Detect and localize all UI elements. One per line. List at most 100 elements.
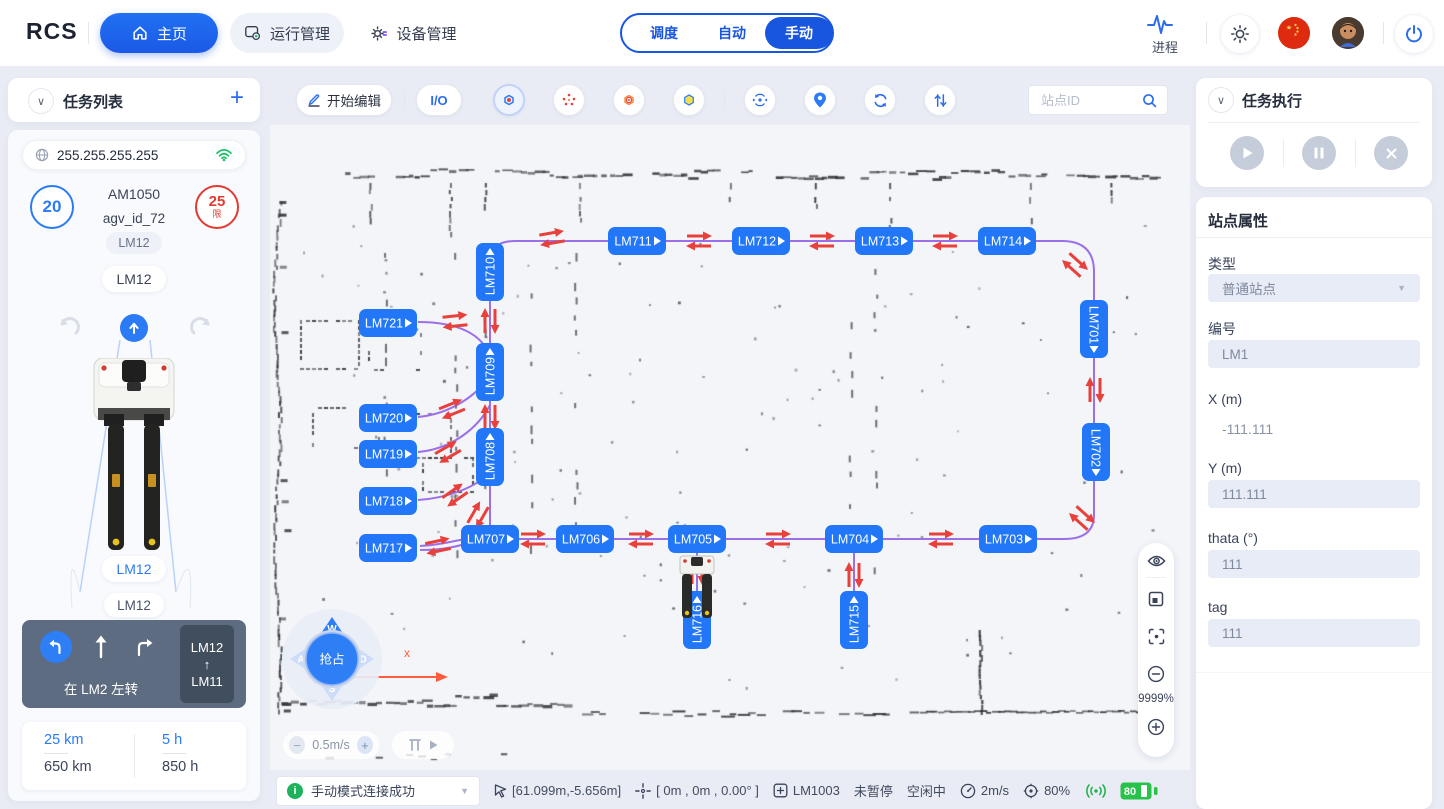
refresh-button[interactable] <box>864 84 896 116</box>
speed-decrease-button[interactable]: − <box>289 736 305 754</box>
avatar-face-icon <box>1332 17 1364 49</box>
globe-icon <box>35 148 49 162</box>
joystick-center-label[interactable]: 抢占 <box>319 652 344 667</box>
collapse-task-exec-button[interactable]: ∨ <box>1208 87 1234 113</box>
total-hours: 850 h <box>162 759 238 775</box>
route-from: LM12 <box>191 640 224 655</box>
fork-control-button[interactable] <box>392 731 454 759</box>
agv-panel: 255.255.255.255 20 25 限 AM1050 agv_id_72… <box>8 130 260 801</box>
speed-increase-button[interactable]: + <box>357 736 373 754</box>
top-navbar: RCS 主页 运行管理 设备管理 调度 自动 手动 进程 <box>0 0 1444 67</box>
station-LM702[interactable]: LM702 <box>1082 423 1110 481</box>
pose-value: [ 0m , 0m , 0.00° ] <box>656 783 759 798</box>
station-LM712[interactable]: LM712 <box>732 227 790 255</box>
minimap-button[interactable] <box>1138 591 1174 607</box>
battery-icon: 80 <box>1120 782 1158 800</box>
station-LM713[interactable]: LM713 <box>855 227 913 255</box>
divider <box>1208 122 1420 123</box>
tag-label: tag <box>1208 599 1227 615</box>
layer-marker-button[interactable] <box>613 84 645 116</box>
mode-tab-manual[interactable]: 手动 <box>765 17 833 49</box>
start-edit-label: 开始编辑 <box>327 90 381 110</box>
station-LM714[interactable]: LM714 <box>978 227 1036 255</box>
add-task-button[interactable]: + <box>230 84 244 112</box>
status-message-dropdown[interactable]: i 手动模式连接成功 ▼ <box>276 776 480 806</box>
signal-indicator <box>1084 783 1108 799</box>
divider <box>1146 577 1166 578</box>
start-edit-button[interactable]: 开始编辑 <box>296 84 392 116</box>
nav-item-home[interactable]: 主页 <box>100 13 218 53</box>
center-focus-button[interactable] <box>1138 628 1174 645</box>
filter-settings-button[interactable] <box>924 84 956 116</box>
agv-id: agv_id_72 <box>8 211 260 226</box>
layer-pointcloud-button[interactable] <box>553 84 585 116</box>
nav-item-devices[interactable]: 设备管理 <box>358 13 468 53</box>
task-cancel-button[interactable] <box>1374 136 1408 170</box>
station-LM705[interactable]: LM705 <box>668 525 726 553</box>
zoom-out-button[interactable] <box>1138 665 1174 683</box>
station-LM708[interactable]: LM708 <box>476 428 504 486</box>
locate-button[interactable] <box>804 84 836 116</box>
type-select[interactable]: 普通站点 ▼ <box>1208 274 1420 302</box>
station-LM710[interactable]: LM710 <box>476 243 504 301</box>
power-button[interactable] <box>1394 14 1434 54</box>
language-flag-button[interactable] <box>1278 17 1310 49</box>
mode-tab-auto[interactable]: 自动 <box>704 15 760 51</box>
virtual-joystick[interactable]: W A D S 抢占 <box>281 608 383 710</box>
process-button[interactable]: 进程 <box>1146 12 1184 56</box>
run-state: 空闲中 <box>907 781 946 800</box>
station-LM707[interactable]: LM707 <box>461 525 519 553</box>
station-LM711[interactable]: LM711 <box>608 227 666 255</box>
station-LM701[interactable]: LM701 <box>1080 300 1108 358</box>
station-LM704[interactable]: LM704 <box>825 525 883 553</box>
turn-back-icon[interactable] <box>56 316 80 340</box>
tag-input[interactable]: 111 <box>1208 619 1420 647</box>
station-LM709[interactable]: LM709 <box>476 343 504 401</box>
radar-icon <box>751 91 769 109</box>
task-execution-card: ∨ 任务执行 <box>1196 78 1432 187</box>
station-LM719[interactable]: LM719 <box>359 440 417 468</box>
layer-area-button[interactable] <box>673 84 705 116</box>
collapse-task-list-button[interactable]: ∨ <box>28 88 54 114</box>
code-input[interactable]: LM1 <box>1208 340 1420 368</box>
route-to: LM11 <box>191 674 223 689</box>
power-icon <box>1404 24 1424 44</box>
y-input[interactable]: 111.111 <box>1208 480 1420 508</box>
route-path <box>463 241 1094 539</box>
navigation-hint-card: LM12 ↑ LM11 在 LM2 左转 <box>22 620 246 708</box>
task-pause-button[interactable] <box>1302 136 1336 170</box>
visibility-button[interactable] <box>1138 553 1174 569</box>
search-icon[interactable] <box>1142 93 1157 108</box>
task-play-button[interactable] <box>1230 136 1264 170</box>
code-label: 编号 <box>1208 319 1236 339</box>
station-LM706[interactable]: LM706 <box>556 525 614 553</box>
x-value[interactable]: -111.111 <box>1222 421 1273 437</box>
station-search-box <box>1028 85 1168 115</box>
layer-station-button[interactable] <box>493 84 525 116</box>
zoom-in-button[interactable] <box>1138 718 1174 736</box>
station-LM720[interactable]: LM720 <box>359 404 417 432</box>
divider <box>1383 22 1384 44</box>
station-LM721[interactable]: LM721 <box>359 309 417 337</box>
theme-toggle-button[interactable] <box>1220 14 1260 54</box>
lidar-view-button[interactable] <box>744 84 776 116</box>
mode-tab-dispatch[interactable]: 调度 <box>634 15 694 51</box>
agv-ip-field[interactable]: 255.255.255.255 <box>22 140 246 170</box>
station-LM703[interactable]: LM703 <box>979 525 1037 553</box>
turn-forward-icon[interactable] <box>190 316 214 340</box>
fork-icon <box>408 738 422 753</box>
station-LM718[interactable]: LM718 <box>359 487 417 515</box>
theta-input[interactable]: 111 <box>1208 550 1420 578</box>
mode-toggle: 调度 自动 手动 <box>620 13 834 53</box>
go-straight-button[interactable] <box>120 314 148 342</box>
speed-readout: 2m/s <box>960 783 1009 799</box>
station-tag: LM12 <box>106 232 162 254</box>
station-LM715[interactable]: LM715 <box>840 591 868 649</box>
station-search-input[interactable] <box>1039 92 1136 109</box>
io-button[interactable]: I/O <box>416 84 462 116</box>
station-LM717[interactable]: LM717 <box>359 534 417 562</box>
user-avatar[interactable] <box>1332 17 1364 49</box>
task-list-title: 任务列表 <box>63 91 123 112</box>
nav-item-operations[interactable]: 运行管理 <box>230 13 344 53</box>
pause-icon <box>1314 147 1324 159</box>
